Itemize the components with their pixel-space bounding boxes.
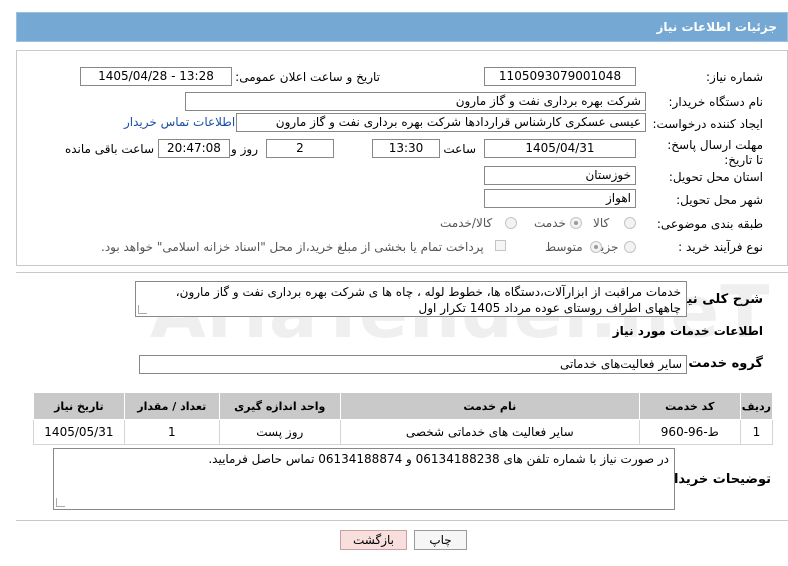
buyer-notes-field: در صورت نیاز با شماره تلفن های 061341882… bbox=[53, 448, 675, 510]
deadline-date-field: 1405/04/31 bbox=[484, 139, 636, 158]
col-code-header: کد خدمت bbox=[638, 392, 741, 420]
category-goods-service-label: کالا/خدمت bbox=[440, 216, 493, 230]
col-qty-header: تعداد / مقدار bbox=[123, 392, 220, 420]
category-service-label: خدمت bbox=[534, 216, 566, 230]
treasury-payment-note: پرداخت تمام یا بخشی از مبلغ خرید،از محل … bbox=[101, 240, 484, 254]
category-goods-label: کالا bbox=[593, 216, 610, 230]
time-remaining-label: ساعت باقی مانده bbox=[64, 142, 154, 156]
announce-datetime-field: 1405/04/28 - 13:28 bbox=[80, 67, 232, 86]
buyer-org-field: شرکت بهره برداری نفت و گاز مارون bbox=[185, 92, 646, 111]
resize-handle-icon[interactable] bbox=[56, 498, 65, 507]
divider bbox=[16, 520, 788, 521]
col-row-header: ردیف bbox=[739, 392, 774, 420]
col-name-header: نام خدمت bbox=[339, 392, 640, 420]
description-field: خدمات مراقبت از ابزارآلات،دستگاه ها، خطو… bbox=[135, 281, 687, 317]
cell-qty: 1 bbox=[123, 419, 220, 445]
time-remaining-field: 20:47:08 bbox=[158, 139, 230, 158]
process-medium-radio[interactable] bbox=[590, 241, 602, 253]
col-date-header: تاریخ نیاز bbox=[33, 392, 125, 420]
col-unit-header: واحد اندازه گیری bbox=[218, 392, 341, 420]
province-label: استان محل تحویل: bbox=[668, 170, 763, 184]
cell-date: 1405/05/31 bbox=[33, 419, 125, 445]
category-label: طبقه بندی موضوعی: bbox=[656, 217, 763, 231]
cell-unit: روز پست bbox=[218, 419, 341, 445]
announce-datetime-label: تاریخ و ساعت اعلان عمومی: bbox=[235, 70, 380, 84]
city-label: شهر محل تحویل: bbox=[676, 193, 763, 207]
page-header: جزئیات اطلاعات نیاز bbox=[16, 12, 788, 42]
page-title: جزئیات اطلاعات نیاز bbox=[656, 20, 777, 34]
process-type-label: نوع فرآیند خرید : bbox=[678, 240, 763, 254]
deadline-label: مهلت ارسال پاسخ: تا تاریخ: bbox=[667, 138, 763, 167]
cell-row: 1 bbox=[739, 419, 774, 445]
buyer-contact-link[interactable]: اطلاعات تماس خریدار bbox=[124, 115, 235, 129]
city-field: اهواز bbox=[484, 189, 636, 208]
table-header-row: ردیف کد خدمت نام خدمت واحد اندازه گیری ت… bbox=[33, 392, 774, 420]
province-field: خوزستان bbox=[484, 166, 636, 185]
table-row: 1 ط-96-960 سایر فعالیت های خدماتی شخصی ر… bbox=[33, 419, 774, 445]
need-number-field: 1105093079001048 bbox=[484, 67, 636, 86]
services-table: ردیف کد خدمت نام خدمت واحد اندازه گیری ت… bbox=[33, 392, 774, 445]
service-group-field: سایر فعالیت‌های خدماتی bbox=[139, 355, 687, 374]
deadline-time-label: ساعت bbox=[443, 142, 476, 156]
days-label: روز و bbox=[231, 142, 258, 156]
process-medium-label: متوسط bbox=[545, 240, 583, 254]
divider bbox=[16, 272, 788, 273]
category-goods-service-radio[interactable] bbox=[505, 217, 517, 229]
days-remaining-field: 2 bbox=[266, 139, 334, 158]
deadline-time-field: 13:30 bbox=[372, 139, 440, 158]
back-button[interactable]: بازگشت bbox=[340, 530, 407, 550]
print-button[interactable]: چاپ bbox=[414, 530, 467, 550]
description-text: خدمات مراقبت از ابزارآلات،دستگاه ها، خطو… bbox=[175, 285, 681, 315]
resize-handle-icon[interactable] bbox=[138, 305, 147, 314]
requester-field: عیسی عسکری کارشناس قراردادها شرکت بهره ب… bbox=[236, 113, 646, 132]
cell-code: ط-96-960 bbox=[638, 419, 741, 445]
service-group-label: گروه خدمت: bbox=[683, 356, 763, 371]
requester-label: ایجاد کننده درخواست: bbox=[652, 117, 763, 131]
cell-name: سایر فعالیت های خدماتی شخصی bbox=[339, 419, 640, 445]
buyer-notes-label: توضیحات خریدار: bbox=[661, 472, 771, 487]
need-number-label: شماره نیاز: bbox=[706, 70, 763, 84]
process-minor-radio[interactable] bbox=[624, 241, 636, 253]
category-goods-radio[interactable] bbox=[624, 217, 636, 229]
treasury-payment-checkbox[interactable] bbox=[495, 240, 506, 251]
buyer-org-label: نام دستگاه خریدار: bbox=[668, 95, 764, 109]
services-section-title: اطلاعات خدمات مورد نیاز bbox=[612, 324, 763, 338]
category-service-radio[interactable] bbox=[570, 217, 582, 229]
buyer-notes-text: در صورت نیاز با شماره تلفن های 061341882… bbox=[208, 452, 669, 466]
